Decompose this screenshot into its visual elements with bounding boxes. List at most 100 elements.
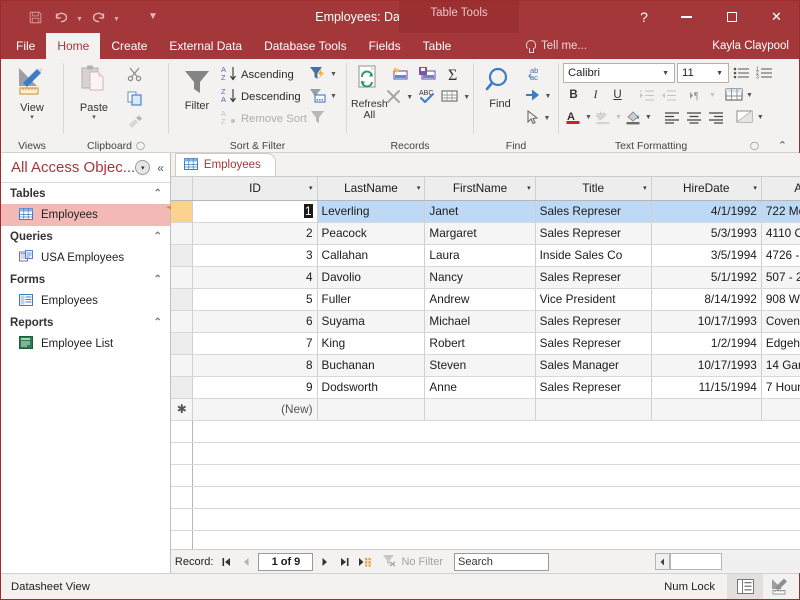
cell-title[interactable]: Vice President [535, 288, 652, 311]
cell-id[interactable]: 6 [192, 310, 318, 333]
align-left-button[interactable] [662, 107, 683, 127]
text-formatting-dialog-launcher-icon[interactable]: ◯ [750, 141, 759, 150]
new-record-star-icon[interactable]: ✱ [170, 398, 194, 421]
delete-dropdown-icon[interactable]: ▼ [406, 94, 413, 101]
sidebar-item-form-employees[interactable]: Employees [1, 290, 170, 312]
table-row[interactable]: 7 King Robert Sales Represer 1/2/1994 Ed… [170, 332, 800, 355]
row-selector[interactable] [170, 266, 194, 289]
scroll-left-button[interactable] [654, 553, 670, 570]
table-row[interactable]: 4 Davolio Nancy Sales Represer 5/1/1992 … [170, 266, 800, 289]
chevron-down-icon[interactable]: ▾ [753, 184, 757, 192]
advanced-filter-dropdown-icon[interactable]: ▼ [330, 71, 337, 78]
cell-firstname[interactable]: Margaret [424, 222, 536, 245]
row-selector[interactable] [170, 376, 194, 399]
view-dropdown-icon[interactable]: ▾ [30, 114, 34, 122]
cell-address[interactable]: 4726 - 11th A [761, 244, 800, 267]
cell-id[interactable]: 9 [192, 376, 318, 399]
minimize-button[interactable] [664, 1, 709, 33]
cell-firstname[interactable]: Anne [424, 376, 536, 399]
cell-firstname[interactable]: Nancy [424, 266, 536, 289]
chevron-down-icon[interactable]: ▾ [527, 184, 531, 192]
sidebar-item-query-usa-employees[interactable]: USA Employees [1, 247, 170, 269]
first-record-button[interactable] [218, 553, 235, 571]
italic-button[interactable]: I [585, 85, 606, 105]
collapse-ribbon-icon[interactable]: ⌃ [778, 139, 787, 152]
column-header-firstname[interactable]: FirstName ▾ [424, 177, 536, 201]
chevron-up-icon[interactable]: ⌃ [154, 317, 162, 328]
font-name-combobox[interactable]: Calibri ▼ [563, 63, 675, 83]
tab-file[interactable]: File [5, 33, 46, 59]
scrollbar-thumb[interactable] [669, 553, 722, 570]
navigation-dropdown-icon[interactable]: ▾ [135, 160, 151, 175]
chevron-up-icon[interactable]: ⌃ [154, 188, 162, 199]
filter-selection-dropdown-icon[interactable]: ▼ [330, 93, 337, 100]
cell-hiredate[interactable]: 11/15/1994 [651, 376, 762, 399]
align-center-button[interactable] [684, 107, 705, 127]
cell-address[interactable]: 507 - 20th Av [761, 266, 800, 289]
advanced-filter-button[interactable]: ▼ [309, 64, 337, 85]
redo-dropdown-icon[interactable]: ▼ [112, 6, 121, 28]
table-row[interactable]: 5 Fuller Andrew Vice President 8/14/1992… [170, 288, 800, 311]
close-button[interactable]: ✕ [754, 1, 799, 33]
background-color-button[interactable] [623, 107, 644, 127]
cell-firstname[interactable]: Janet [424, 200, 536, 223]
cell-firstname[interactable]: Michael [424, 310, 536, 333]
cell-title[interactable]: Sales Represer [535, 200, 652, 223]
cell-id[interactable]: 2 [192, 222, 318, 245]
sidebar-item-report-employee-list[interactable]: Employee List [1, 333, 170, 355]
toggle-filter-button[interactable] [309, 108, 337, 129]
tell-me-box[interactable]: Tell me... [525, 33, 587, 59]
sort-ascending-button[interactable]: AZ Ascending [221, 64, 307, 85]
search-input[interactable]: Search [454, 552, 549, 571]
cell-title[interactable]: Inside Sales Co [535, 244, 652, 267]
cell-firstname[interactable]: Robert [424, 332, 536, 355]
delete-record-button[interactable]: ▼ [387, 87, 413, 108]
tab-external-data[interactable]: External Data [158, 33, 253, 59]
cell-title[interactable]: Sales Represer [535, 222, 652, 245]
nav-group-forms[interactable]: Forms ⌃ [1, 269, 170, 290]
find-button[interactable]: Find [478, 62, 522, 110]
cell-id[interactable]: 7 [192, 332, 318, 355]
cell-hiredate[interactable]: 5/3/1993 [651, 222, 762, 245]
column-header-hiredate[interactable]: HireDate ▾ [651, 177, 762, 201]
totals-button[interactable]: Σ [442, 65, 466, 86]
cell-title[interactable]: Sales Represer [535, 266, 652, 289]
copy-button[interactable] [120, 89, 150, 110]
more-records-dropdown-icon[interactable]: ▼ [463, 94, 470, 101]
underline-button[interactable]: U [607, 85, 628, 105]
new-record-address-cell[interactable] [761, 398, 800, 421]
cell-lastname[interactable]: King [317, 332, 426, 355]
more-records-button[interactable]: ▼ [441, 87, 470, 108]
font-color-dropdown-icon[interactable]: ▼ [585, 114, 592, 121]
cell-hiredate[interactable]: 4/1/1992 [651, 200, 762, 223]
go-to-button[interactable]: ▼ [522, 86, 554, 107]
select-button[interactable]: ▼ [522, 108, 554, 129]
row-selector[interactable] [170, 310, 194, 333]
view-button[interactable]: View ▾ [5, 62, 59, 122]
table-row[interactable]: 8 Buchanan Steven Sales Manager 10/17/19… [170, 354, 800, 377]
cell-hiredate[interactable]: 5/1/1992 [651, 266, 762, 289]
nav-group-queries[interactable]: Queries ⌃ [1, 226, 170, 247]
cell-address[interactable]: 14 Garrett Hi [761, 354, 800, 377]
bullet-list-button[interactable] [731, 63, 752, 83]
cell-hiredate[interactable]: 1/2/1994 [651, 332, 762, 355]
row-selector[interactable] [170, 244, 194, 267]
cell-lastname[interactable]: Buchanan [317, 354, 426, 377]
toggle-filter-selection-button[interactable]: ▼ [309, 86, 337, 107]
table-row[interactable]: 3 Callahan Laura Inside Sales Co 3/5/199… [170, 244, 800, 267]
tab-table[interactable]: Table [412, 33, 463, 59]
cell-title[interactable]: Sales Represer [535, 332, 652, 355]
alternate-row-color-dropdown-icon[interactable]: ▼ [757, 114, 764, 121]
chevron-up-icon[interactable]: ⌃ [154, 274, 162, 285]
cell-hiredate[interactable]: 10/17/1993 [651, 310, 762, 333]
background-color-dropdown-icon[interactable]: ▼ [645, 114, 652, 121]
new-record-button[interactable] [388, 65, 412, 86]
refresh-all-button[interactable]: Refresh All [351, 62, 388, 121]
font-name-dropdown-icon[interactable]: ▼ [659, 70, 672, 77]
align-right-button[interactable] [706, 107, 727, 127]
tab-home[interactable]: Home [46, 33, 101, 59]
new-record-title-cell[interactable] [535, 398, 652, 421]
cell-firstname[interactable]: Laura [424, 244, 536, 267]
sort-descending-button[interactable]: ZA Descending [221, 86, 307, 107]
horizontal-scrollbar[interactable] [654, 553, 800, 571]
